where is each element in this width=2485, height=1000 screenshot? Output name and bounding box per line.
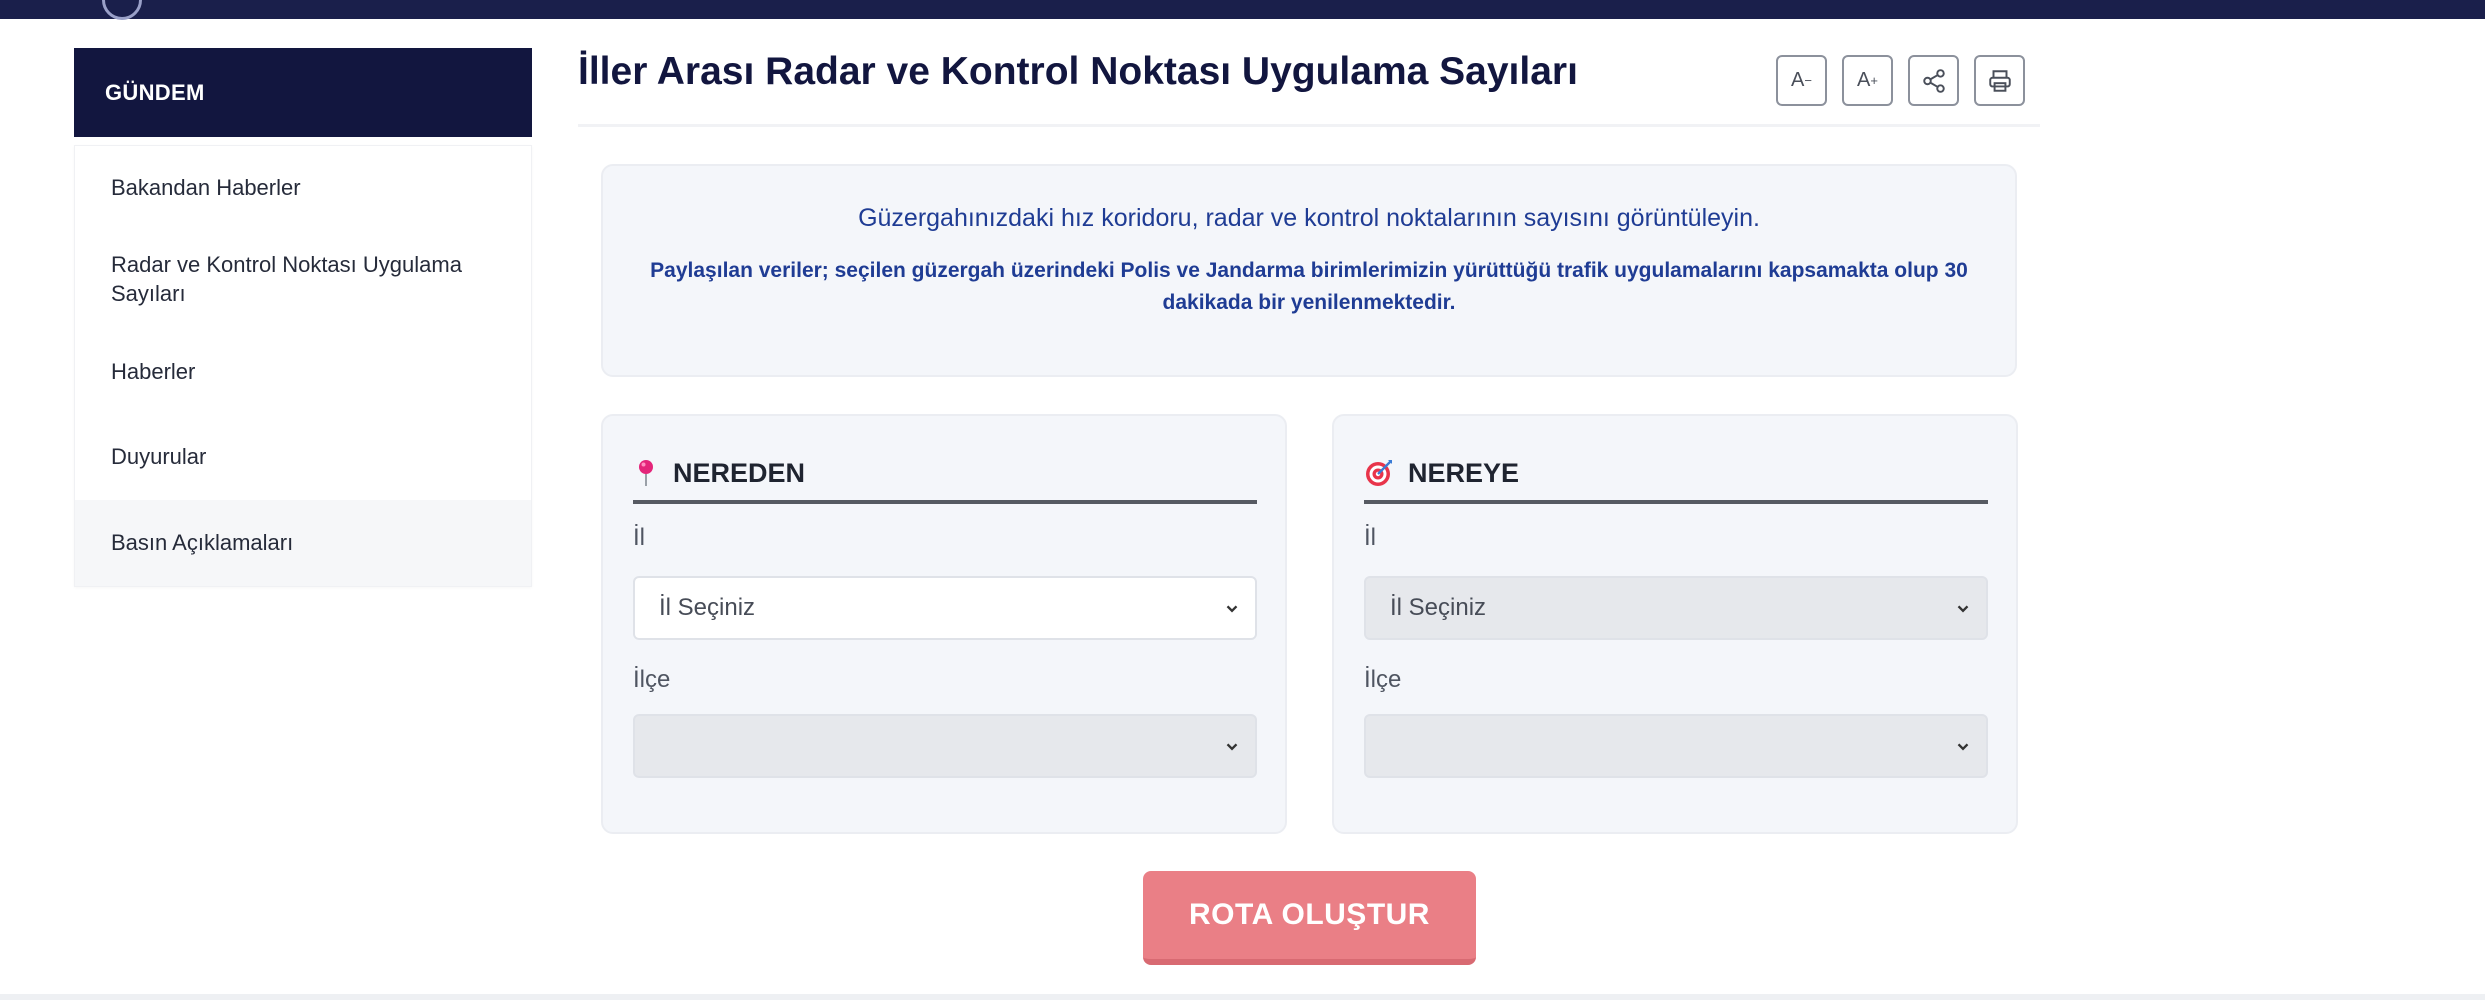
chevron-down-icon: [1957, 743, 1969, 751]
to-panel: NEREYE İl İl Seçiniz İlçe: [1332, 414, 2018, 834]
from-ilce-label: İlçe: [633, 666, 671, 693]
increase-font-button[interactable]: A +: [1842, 55, 1893, 106]
from-ilce-select[interactable]: [633, 714, 1257, 778]
share-icon: [1922, 68, 1945, 93]
decrease-font-label: A: [1791, 69, 1805, 91]
info-headline: Güzergahınızdaki hız koridoru, radar ve …: [858, 204, 1760, 232]
to-ilce-select[interactable]: [1364, 714, 1988, 778]
sidebar-item-radar-kontrol[interactable]: Radar ve Kontrol Noktası Uygulama Sayıla…: [75, 229, 531, 329]
to-il-label: İl: [1364, 524, 1376, 551]
from-panel: NEREDEN İl İl Seçiniz İlçe: [601, 414, 1287, 834]
to-panel-header: NEREYE: [1364, 446, 1988, 504]
decrease-font-sup: −: [1804, 73, 1812, 88]
to-panel-title: NEREYE: [1408, 457, 1520, 488]
sidebar-item-duyurular[interactable]: Duyurular: [75, 414, 531, 500]
site-logo[interactable]: [102, 0, 142, 20]
from-panel-title: NEREDEN: [673, 457, 806, 488]
chevron-down-icon: [1226, 743, 1238, 751]
print-icon: [1988, 69, 2011, 92]
print-button[interactable]: [1974, 55, 2025, 106]
to-ilce-label: İlçe: [1364, 666, 1402, 693]
from-il-label: İl: [633, 524, 645, 551]
decrease-font-button[interactable]: A −: [1776, 55, 1827, 106]
info-box: Güzergahınızdaki hız koridoru, radar ve …: [601, 164, 2017, 377]
title-divider: [578, 124, 2040, 127]
sidebar-heading: GÜNDEM: [74, 48, 532, 137]
from-panel-header: NEREDEN: [633, 446, 1257, 504]
sidebar-item-bakandan-haberler[interactable]: Bakandan Haberler: [75, 146, 531, 229]
from-il-value: İl Seçiniz: [659, 594, 756, 621]
increase-font-label: A: [1857, 69, 1871, 91]
chevron-down-icon: [1226, 605, 1238, 613]
sidebar: GÜNDEM Bakandan Haberler Radar ve Kontro…: [74, 48, 532, 587]
share-button[interactable]: [1908, 55, 1959, 106]
from-il-select[interactable]: İl Seçiniz: [633, 576, 1257, 640]
sidebar-item-basin-aciklamalari[interactable]: Basın Açıklamaları: [75, 500, 531, 586]
pushpin-icon: [639, 460, 653, 486]
bottom-divider: [0, 994, 2485, 1000]
to-il-select[interactable]: İl Seçiniz: [1364, 576, 1988, 640]
chevron-down-icon: [1957, 605, 1969, 613]
page-title: İller Arası Radar ve Kontrol Noktası Uyg…: [578, 50, 1578, 93]
target-icon: [1366, 460, 1392, 486]
to-il-value: İl Seçiniz: [1390, 594, 1487, 621]
top-nav-bar: [0, 0, 2485, 20]
page-tools: A − A +: [1776, 55, 2025, 106]
create-route-button[interactable]: ROTA OLUŞTUR: [1143, 871, 1476, 965]
sidebar-item-haberler[interactable]: Haberler: [75, 329, 531, 414]
sidebar-list: Bakandan Haberler Radar ve Kontrol Nokta…: [74, 145, 532, 587]
increase-font-sup: +: [1870, 73, 1878, 88]
info-detail: Paylaşılan veriler; seçilen güzergah üze…: [650, 259, 1968, 314]
